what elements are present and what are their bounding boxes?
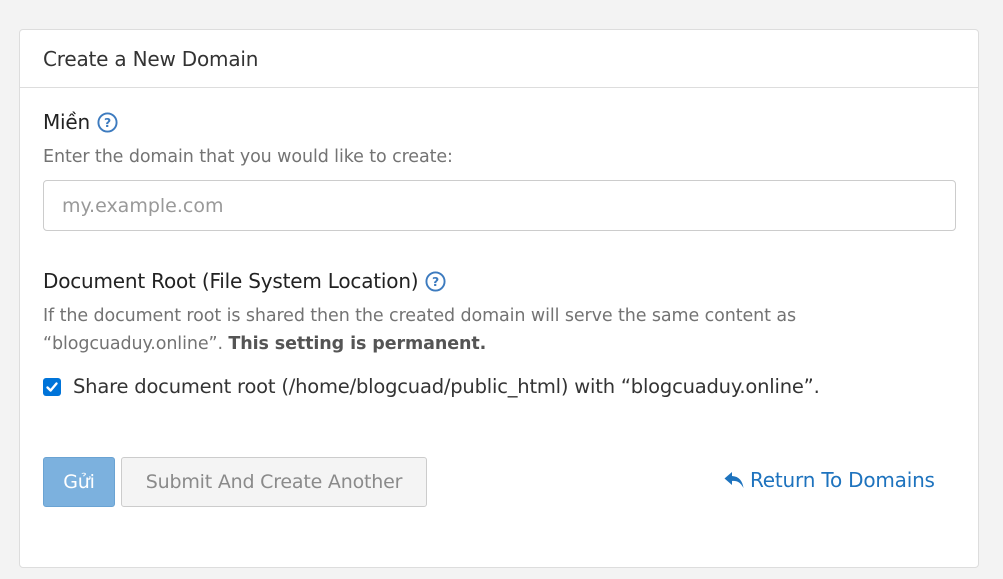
document-root-domain-text: “blogcuaduy.online”.	[43, 334, 223, 354]
permanent-warning: This setting is permanent.	[228, 334, 487, 354]
svg-text:?: ?	[432, 273, 439, 288]
share-docroot-label[interactable]: Share document root (/home/blogcuad/publ…	[73, 375, 820, 398]
create-domain-panel: Create a New Domain Miền ? Enter the dom…	[19, 29, 979, 568]
submit-and-create-another-button[interactable]: Submit And Create Another	[121, 457, 427, 507]
domain-input[interactable]	[43, 180, 956, 231]
return-to-domains-label: Return To Domains	[750, 468, 935, 492]
domain-description: Enter the domain that you would like to …	[43, 147, 453, 167]
domain-label-text: Miền	[43, 110, 90, 134]
question-circle-icon[interactable]: ?	[97, 111, 118, 133]
document-root-description: If the document root is shared then the …	[43, 302, 796, 358]
reply-arrow-icon	[724, 472, 744, 488]
document-root-label-text: Document Root (File System Location)	[43, 269, 419, 293]
document-root-description-line2: “blogcuaduy.online”. This setting is per…	[43, 330, 796, 358]
domain-label: Miền ?	[43, 110, 118, 134]
return-to-domains-link[interactable]: Return To Domains	[723, 468, 935, 492]
share-docroot-row: Share document root (/home/blogcuad/publ…	[43, 375, 820, 398]
checkmark-icon	[46, 381, 58, 392]
submit-button[interactable]: Gửi	[43, 457, 115, 507]
svg-text:?: ?	[104, 114, 111, 129]
panel-title: Create a New Domain	[20, 30, 978, 88]
document-root-description-line1: If the document root is shared then the …	[43, 306, 797, 326]
share-docroot-checkbox[interactable]	[43, 377, 61, 396]
document-root-label: Document Root (File System Location) ?	[43, 269, 446, 293]
question-circle-icon[interactable]: ?	[425, 270, 446, 292]
